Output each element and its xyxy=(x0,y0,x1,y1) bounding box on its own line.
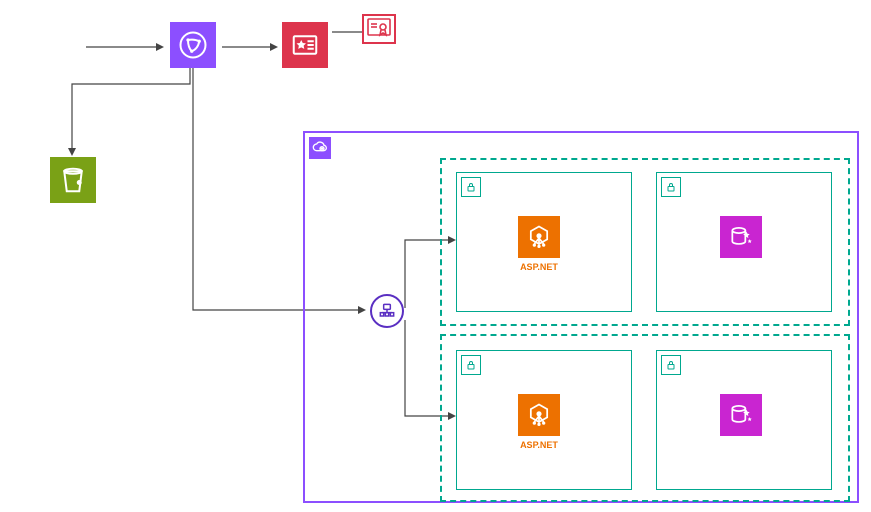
compute-label: ASP.NET xyxy=(518,262,560,272)
cloudfront-icon xyxy=(170,22,216,68)
acm-icon xyxy=(362,14,396,44)
arrow-cloudfront-to-s3 xyxy=(60,60,200,170)
database-icon xyxy=(720,394,762,436)
arrow-cloudfront-to-waf xyxy=(222,42,282,52)
arrow-user-to-cloudfront xyxy=(86,42,166,52)
architecture-diagram: ASP.NET ASP.NET xyxy=(0,0,871,512)
ecs-container-icon xyxy=(518,216,560,258)
lock-icon xyxy=(661,177,681,197)
s3-icon xyxy=(50,157,96,203)
database-icon xyxy=(720,216,762,258)
lock-icon xyxy=(461,355,481,375)
compute-label: ASP.NET xyxy=(518,440,560,450)
load-balancer-icon xyxy=(370,294,404,328)
waf-icon xyxy=(282,22,328,68)
lock-icon xyxy=(461,177,481,197)
lock-icon xyxy=(661,355,681,375)
ecs-container-icon xyxy=(518,394,560,436)
region-badge-icon xyxy=(309,137,331,159)
